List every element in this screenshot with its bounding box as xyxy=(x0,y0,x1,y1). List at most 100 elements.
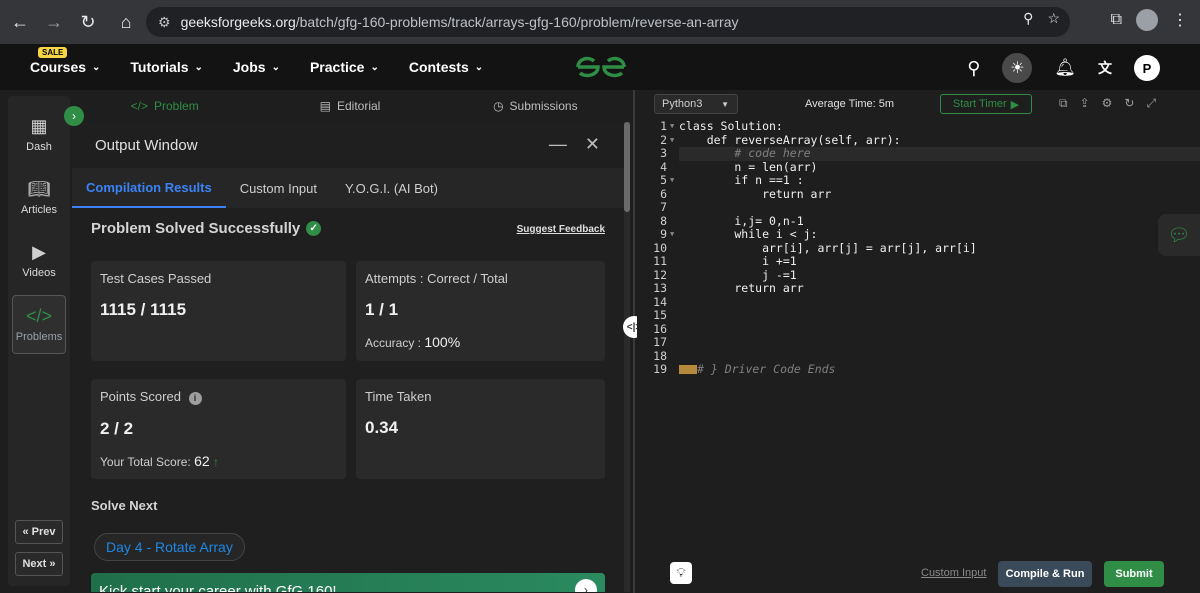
chevron-down-icon: ⌄ xyxy=(271,61,280,73)
next-problem-link[interactable]: Day 4 - Rotate Array xyxy=(94,533,245,561)
code-icon: </> xyxy=(130,99,148,113)
tab-editorial[interactable]: ▤ Editorial xyxy=(257,92,442,120)
fold-caret-icon[interactable]: ▼ xyxy=(670,122,674,130)
arrow-right-icon[interactable]: › xyxy=(575,579,597,592)
next-button[interactable]: Next » xyxy=(15,552,63,576)
code-line: return arr xyxy=(679,281,804,295)
menu-icon[interactable]: ⋮ xyxy=(1172,10,1188,30)
browser-actions: ⧉ ⋮ xyxy=(1111,9,1188,31)
lightbulb-icon[interactable]: 💡︎ xyxy=(670,562,692,584)
nav-courses[interactable]: SALE Courses ⌄ xyxy=(30,47,100,75)
profile-button[interactable]: P xyxy=(1134,55,1160,81)
code-editor[interactable]: 1 ▼ 2 ▼ 3 4 5 ▼ 6 7 8 9 ▼ 10 11 12 13 14 15 16 17 18 19 class … xyxy=(637,119,1200,554)
line-number: 15 xyxy=(653,308,667,322)
rail-item-problems[interactable]: </> Problems xyxy=(12,295,66,354)
forward-icon[interactable]: → xyxy=(40,8,68,36)
site-info-icon[interactable]: ⚙ xyxy=(158,14,171,31)
upload-icon[interactable]: ⇪ xyxy=(1080,96,1090,111)
collapse-panel-button[interactable]: › xyxy=(64,106,84,126)
code-line: while i < j: xyxy=(679,227,818,241)
nav-practice-label: Practice xyxy=(309,59,365,75)
compile-run-button[interactable]: Compile & Run xyxy=(998,561,1092,587)
rail-item-label: Dash xyxy=(26,141,52,153)
url-path: /batch/gfg-160-problems/track/arrays-gfg… xyxy=(295,14,739,30)
nav-jobs[interactable]: Jobs ⌄ xyxy=(233,59,280,75)
translate-icon[interactable]: 文 xyxy=(1098,58,1112,78)
browser-toolbar: ← → ↻ ⌂ ⚙ geeksforgeeks.org /batch/gfg-1… xyxy=(0,0,1200,44)
bookmark-star-icon[interactable]: ☆ xyxy=(1047,10,1060,27)
rail-item-dash[interactable]: ▦ Dash xyxy=(12,106,66,163)
book-icon: 📖︎ xyxy=(27,179,51,199)
tab-problem[interactable]: </> Problem xyxy=(72,92,257,120)
output-title: Output Window xyxy=(95,136,198,154)
code-line: i,j= 0,n-1 xyxy=(679,213,804,228)
search-icon[interactable]: ⚲ xyxy=(967,58,980,79)
nav-jobs-label: Jobs xyxy=(232,59,266,75)
output-scrollbar[interactable] xyxy=(624,122,630,592)
copy-icon[interactable]: ⧉ xyxy=(1059,96,1068,111)
tab-submissions-label: Submissions xyxy=(509,99,578,113)
points-label: Points Scored xyxy=(100,389,181,404)
scrollbar-thumb[interactable] xyxy=(624,122,630,212)
profile-avatar[interactable] xyxy=(1136,9,1158,31)
fold-caret-icon[interactable]: ▼ xyxy=(670,136,674,144)
back-icon[interactable]: ← xyxy=(6,8,34,36)
url-host: geeksforgeeks.org xyxy=(180,14,296,30)
notification-bell-icon[interactable]: 🔔︎ xyxy=(1054,58,1076,78)
rail-item-articles[interactable]: 📖︎ Articles xyxy=(12,169,66,226)
output-tabs: Compilation Results Custom Input Y.O.G.I… xyxy=(72,168,624,208)
start-timer-button[interactable]: Start Timer ▶ xyxy=(940,94,1032,114)
extensions-icon[interactable]: ⧉ xyxy=(1111,11,1122,29)
code-line: class Solution: xyxy=(679,119,783,133)
line-number: 12 xyxy=(653,267,667,282)
theme-toggle-icon[interactable]: ☀ xyxy=(1002,53,1033,83)
nav-practice[interactable]: Practice ⌄ xyxy=(310,59,379,75)
accuracy-value: 100% xyxy=(424,334,461,350)
zoom-icon[interactable]: ⚲ xyxy=(1023,10,1033,27)
nav-right-actions: ⚲ ☀ 🔔︎ 文 P xyxy=(967,53,1160,83)
nav-contests[interactable]: Contests ⌄ xyxy=(409,59,483,75)
play-icon: ▶ xyxy=(1010,98,1020,111)
close-icon[interactable]: ✕ xyxy=(585,134,600,155)
problem-tabs: </> Problem ▤ Editorial ◷ Submissions xyxy=(72,92,628,120)
reload-icon[interactable]: ↻ xyxy=(74,8,102,36)
panel-splitter[interactable] xyxy=(633,90,635,593)
code-line: if n ==1 : xyxy=(679,173,804,187)
chat-icon[interactable]: 💬︎ xyxy=(1158,214,1200,256)
fold-caret-icon[interactable]: ▼ xyxy=(670,230,674,238)
tab-submissions[interactable]: ◷ Submissions xyxy=(443,92,628,120)
accuracy-label: Accuracy : xyxy=(365,336,422,350)
fold-caret-icon[interactable]: ▼ xyxy=(670,176,674,184)
suggest-feedback-link[interactable]: Suggest Feedback xyxy=(517,224,605,235)
submit-button[interactable]: Submit xyxy=(1104,561,1164,587)
test-cases-label: Test Cases Passed xyxy=(100,271,212,286)
total-score: Your Total Score: 62 ↑ xyxy=(100,453,337,469)
double-chevron-left-icon: « xyxy=(22,526,32,538)
language-select[interactable]: Python3 ▼ xyxy=(654,94,738,114)
address-bar[interactable]: ⚙ geeksforgeeks.org /batch/gfg-160-probl… xyxy=(146,7,1070,37)
rail-item-videos[interactable]: ▶ Videos xyxy=(12,232,66,289)
prev-button[interactable]: « Prev xyxy=(15,520,63,544)
prev-label: Prev xyxy=(31,526,56,538)
tab-compilation-results[interactable]: Compilation Results xyxy=(72,168,226,208)
fullscreen-icon[interactable]: ⤢ xyxy=(1146,96,1156,111)
promo-banner[interactable]: Kick start your career with GfG 160! › xyxy=(91,573,605,592)
caret-down-icon: ▼ xyxy=(721,99,729,109)
tab-yogi-bot[interactable]: Y.O.G.I. (AI Bot) xyxy=(331,168,452,208)
code-line: # } Driver Code Ends xyxy=(679,362,835,377)
nav-tutorials[interactable]: Tutorials ⌄ xyxy=(130,59,202,75)
output-header: Output Window — ✕ xyxy=(72,122,624,168)
custom-input-link[interactable]: Custom Input xyxy=(921,567,986,579)
gfg-logo[interactable] xyxy=(574,53,628,81)
info-icon[interactable]: i xyxy=(188,391,202,405)
minimize-icon[interactable]: — xyxy=(549,134,567,155)
home-icon[interactable]: ⌂ xyxy=(112,8,140,36)
line-number: 16 xyxy=(653,321,667,336)
tab-custom-input[interactable]: Custom Input xyxy=(226,168,331,208)
rail-item-label: Articles xyxy=(20,204,58,216)
folded-region-marker[interactable] xyxy=(679,365,697,374)
sale-badge: SALE xyxy=(38,47,68,58)
settings-icon[interactable]: ⚙ xyxy=(1102,96,1113,111)
reset-icon[interactable]: ↻ xyxy=(1124,96,1134,111)
code-line: j -=1 xyxy=(679,267,797,282)
